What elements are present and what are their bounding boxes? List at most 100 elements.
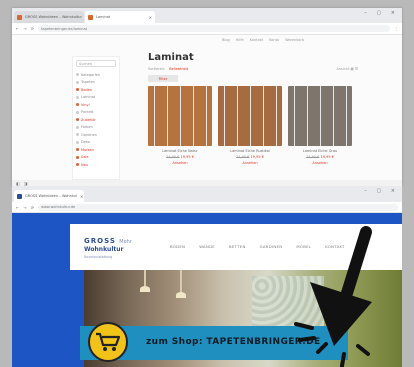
- nav-item-gardinen[interactable]: GARDINEN: [260, 244, 283, 249]
- sidebar-category[interactable]: Vinyl: [76, 101, 116, 109]
- sidebar-category[interactable]: Deko: [76, 139, 116, 147]
- pendant-lamp: [140, 270, 150, 292]
- reload-icon[interactable]: ⟳: [31, 26, 34, 31]
- sidebar-category-label: Kategorien: [81, 72, 101, 77]
- tab-label: GROSS Wohnideen – Wohnkultur: [25, 15, 82, 19]
- product-view-button[interactable]: Ansehen: [218, 161, 282, 165]
- bullet-icon: [76, 110, 79, 114]
- product-view-button[interactable]: Ansehen: [288, 161, 352, 165]
- search-input[interactable]: Suchen: [76, 60, 116, 67]
- tab-gross-wohnkultur[interactable]: GROSS Wohnideen – Wohnkul ×: [14, 190, 84, 202]
- menu-icon[interactable]: ⋮: [394, 26, 398, 31]
- product-price-row: 24,95 € 19,95 €: [218, 155, 282, 159]
- product-old-price: 24,95 €: [306, 155, 320, 159]
- back-icon[interactable]: ←: [16, 205, 19, 210]
- window-controls[interactable]: – ▢ ×: [364, 10, 399, 16]
- product-card[interactable]: Laminat Eiche Grau 24,95 € 19,95 € Ansehen: [288, 86, 352, 165]
- product-image[interactable]: [148, 86, 212, 146]
- sidebar-category-label: Farben: [81, 125, 93, 130]
- sidebar-category[interactable]: Farben: [76, 124, 116, 132]
- product-name[interactable]: Laminat Eiche Grau: [288, 149, 352, 153]
- shop-top-nav: Blog Hilfe Kontakt Konto Warenkorb: [222, 38, 304, 42]
- sidebar-category[interactable]: Gardinen: [76, 131, 116, 139]
- sidebar-category-label: Neu: [81, 162, 88, 167]
- sidebar-category[interactable]: Neu: [76, 161, 116, 169]
- sidebar-category-label: Vinyl: [81, 102, 90, 107]
- browser-window-top: GROSS Wohnideen – Wohnkultur × Laminat ×…: [12, 8, 402, 186]
- shop-nav-item[interactable]: Konto: [269, 38, 279, 42]
- status-icon: ◧: [16, 180, 20, 186]
- product-price-row: 24,95 € 19,95 €: [288, 155, 352, 159]
- nav-item-kontakt[interactable]: KONTAKT: [325, 244, 344, 249]
- nav-item-betten[interactable]: BETTEN: [229, 244, 246, 249]
- bullet-icon: [76, 80, 79, 84]
- sidebar-category-label: Laminat: [81, 95, 96, 100]
- close-tab-icon[interactable]: ×: [149, 15, 152, 20]
- url-field[interactable]: tapetenbringer.de/laminat: [38, 25, 390, 32]
- bullet-icon: [76, 73, 79, 77]
- status-icon: ◨: [23, 180, 28, 186]
- nav-item-moebel[interactable]: MÖBEL: [296, 244, 311, 249]
- product-image[interactable]: [218, 86, 282, 146]
- bullet-icon: [76, 118, 79, 122]
- sidebar-category[interactable]: Marken: [76, 146, 116, 154]
- shop-nav-item[interactable]: Hilfe: [236, 38, 244, 42]
- forward-icon[interactable]: →: [23, 205, 26, 210]
- url-field[interactable]: www.wohnkultur.de: [38, 203, 398, 211]
- bullet-icon: [76, 133, 79, 137]
- bullet-icon: [76, 148, 79, 152]
- bullet-icon: [76, 140, 79, 144]
- view-options[interactable]: Ansicht ▦ ☰: [336, 67, 358, 71]
- shopping-cart-icon[interactable]: [88, 322, 128, 362]
- tab-gross-wohnideen[interactable]: GROSS Wohnideen – Wohnkultur ×: [14, 11, 84, 23]
- product-card[interactable]: Laminat Eiche Natur 24,95 € 19,95 € Ansehe…: [148, 86, 212, 165]
- product-price: 19,95 €: [180, 155, 194, 159]
- tab-laminat[interactable]: Laminat ×: [85, 11, 155, 23]
- site-logo[interactable]: GROSS Mehr Wohnkultur Raumausstattung: [84, 237, 132, 259]
- sidebar-category-label: Gardinen: [81, 132, 98, 137]
- sidebar-category[interactable]: Zubehör: [76, 116, 116, 124]
- site-header: GROSS Mehr Wohnkultur Raumausstattung BÖ…: [70, 224, 402, 270]
- product-name[interactable]: Laminat Eiche Rustikal: [218, 149, 282, 153]
- tab-bar: GROSS Wohnideen – Wohnkul × – ▢ ×: [12, 186, 402, 202]
- filter-button[interactable]: Filter: [148, 75, 178, 82]
- shop-nav-item[interactable]: Warenkorb: [285, 38, 304, 42]
- logo-bottom: Wohnkultur: [84, 246, 124, 253]
- bullet-icon: [76, 125, 79, 129]
- site-main-nav: BÖDEN WÄNDE BETTEN GARDINEN MÖBEL KONTAK…: [170, 244, 345, 249]
- sidebar-category[interactable]: Laminat: [76, 94, 116, 102]
- close-tab-icon[interactable]: ×: [80, 194, 83, 199]
- category-sidebar: Suchen Kategorien Tapeten Boden Laminat Viny…: [72, 56, 120, 180]
- sidebar-category[interactable]: Kategorien: [76, 71, 116, 79]
- bullet-icon: [76, 103, 79, 107]
- sort-row: Sortieren: Beliebtheit Ansicht ▦ ☰: [148, 67, 358, 71]
- shop-nav-item[interactable]: Blog: [222, 38, 230, 42]
- product-price-row: 24,95 € 19,95 €: [148, 155, 212, 159]
- page-title: Laminat: [148, 52, 194, 63]
- shop-nav-item[interactable]: Kontakt: [250, 38, 263, 42]
- reload-icon[interactable]: ⟳: [31, 205, 34, 210]
- pendant-lamp: [176, 270, 186, 298]
- sidebar-category-label: Marken: [81, 147, 94, 152]
- sort-dropdown[interactable]: Beliebtheit: [169, 67, 188, 71]
- sidebar-category[interactable]: Sale: [76, 154, 116, 162]
- shop-banner-label[interactable]: zum Shop: TAPETENBRINGER.DE: [146, 337, 321, 347]
- product-name[interactable]: Laminat Eiche Natur: [148, 149, 212, 153]
- product-view-button[interactable]: Ansehen: [148, 161, 212, 165]
- forward-icon[interactable]: →: [23, 26, 26, 31]
- product-old-price: 24,95 €: [166, 155, 180, 159]
- favicon-icon: [17, 193, 22, 199]
- nav-item-boeden[interactable]: BÖDEN: [170, 244, 185, 249]
- sidebar-category[interactable]: Boden: [76, 86, 116, 94]
- sidebar-category[interactable]: Parkett: [76, 109, 116, 117]
- sidebar-category-label: Sale: [81, 155, 89, 160]
- product-card[interactable]: Laminat Eiche Rustikal 24,95 € 19,95 € Ans…: [218, 86, 282, 165]
- tab-label: GROSS Wohnideen – Wohnkul: [25, 194, 77, 198]
- back-icon[interactable]: ←: [16, 26, 19, 31]
- sidebar-category[interactable]: Tapeten: [76, 79, 116, 87]
- address-bar: ← → ⟳ tapetenbringer.de/laminat ⋮: [12, 23, 402, 35]
- bullet-icon: [76, 155, 79, 159]
- window-controls[interactable]: – ▢ ×: [364, 188, 399, 194]
- product-image[interactable]: [288, 86, 352, 146]
- nav-item-waende[interactable]: WÄNDE: [199, 244, 215, 249]
